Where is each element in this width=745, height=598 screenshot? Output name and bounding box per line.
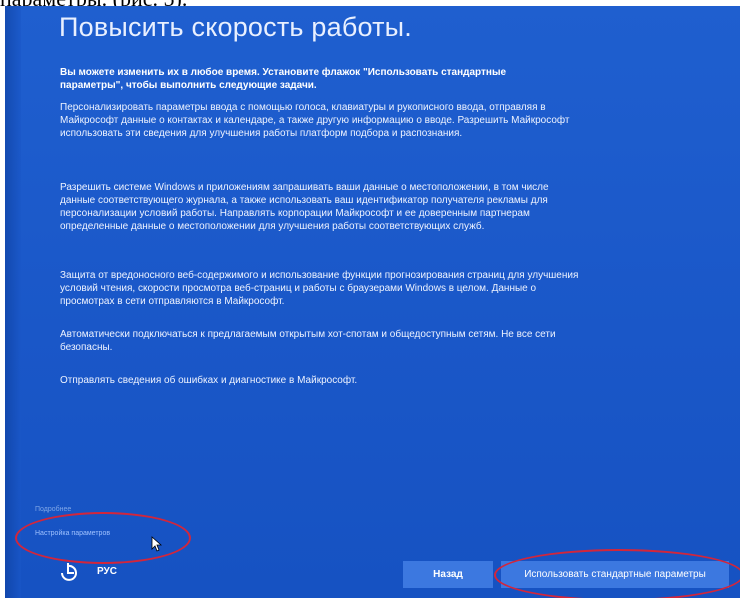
ease-of-access-icon[interactable] (57, 562, 79, 584)
paragraph-web-protection: Защита от вредоносного веб-содержимого и… (60, 270, 579, 307)
use-default-settings-button[interactable]: Использовать стандартные параметры (501, 561, 729, 588)
annotation-circle-settings (15, 512, 191, 564)
paragraph-location: Разрешить системе Windows и приложениям … (60, 182, 549, 232)
paragraph-hotspots: Автоматически подключаться к предлагаемы… (60, 329, 556, 353)
customize-settings-link[interactable]: Настройка параметров (35, 530, 110, 537)
paragraph-diagnostics: Отправлять сведения об ошибках и диагнос… (60, 375, 358, 386)
paragraph-input-personalization: Персонализировать параметры ввода с помо… (60, 102, 570, 139)
back-button[interactable]: Назад (403, 561, 493, 588)
intro-text: Вы можете изменить их в любое время. Уст… (60, 67, 507, 91)
screen-edge-shadow (5, 6, 21, 598)
mouse-pointer-icon (151, 536, 163, 552)
setup-screen: Повысить скорость работы. Вы можете изме… (5, 6, 740, 598)
more-info-link[interactable]: Подробнее (35, 506, 71, 513)
language-indicator[interactable]: РУС (97, 566, 117, 577)
page-title: Повысить скорость работы. (59, 12, 412, 42)
